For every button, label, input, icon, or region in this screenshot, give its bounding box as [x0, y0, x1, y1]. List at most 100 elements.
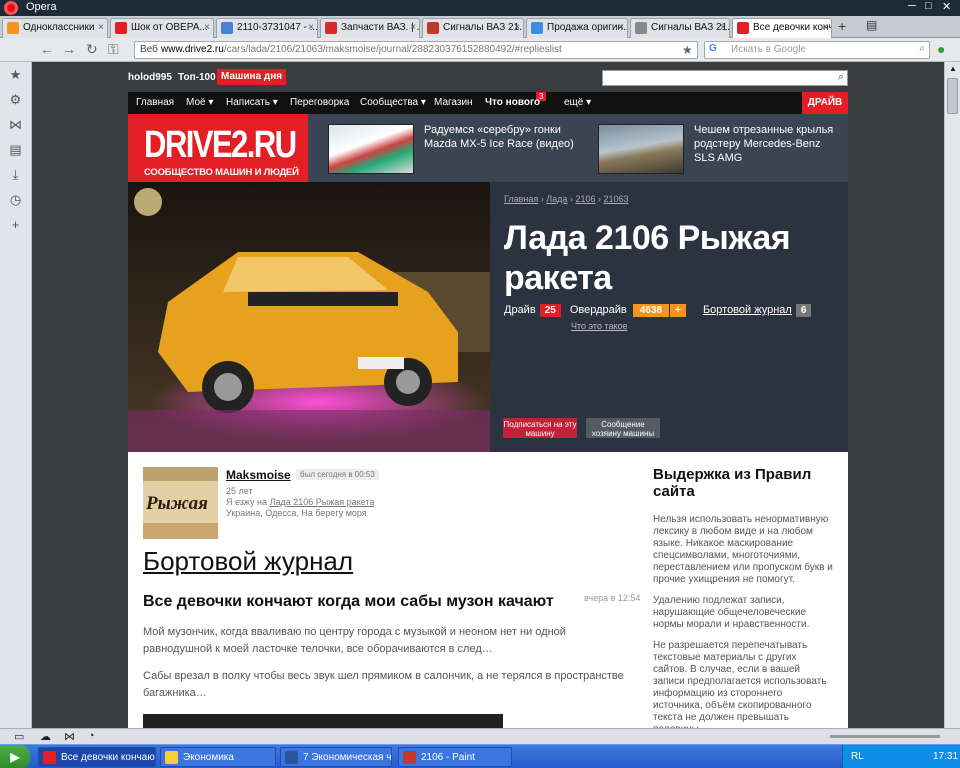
drive2-site: holod995 Топ-100 Машина дня ⌕ 3 ДРАЙВ Гл… — [128, 62, 848, 728]
nav-item[interactable]: Сообщества ▾ — [360, 97, 426, 108]
nav-item[interactable]: Переговорка — [290, 97, 349, 108]
taskbar-item[interactable]: Все девочки кончаю... — [38, 747, 156, 767]
start-button[interactable]: ▶ — [0, 745, 30, 768]
top100-link[interactable]: Топ-100 — [178, 72, 216, 83]
tab-close-icon[interactable]: × — [720, 22, 726, 33]
download-icon[interactable]: ⤓ — [0, 162, 31, 187]
breadcrumb-item[interactable]: Лада — [546, 194, 567, 204]
plus-icon[interactable]: + — [0, 212, 31, 237]
tab-close-icon[interactable]: × — [308, 22, 314, 33]
google-icon: G — [709, 43, 717, 54]
opera-logo-icon — [4, 1, 18, 15]
tab-5[interactable]: Сигналы ВАЗ 21... × — [422, 18, 524, 38]
nav-item[interactable]: Главная — [136, 97, 174, 108]
notes-icon[interactable]: ▤ — [0, 137, 31, 162]
promo-image-2[interactable] — [598, 124, 684, 174]
overdrive-plus-button[interactable]: + — [670, 304, 686, 317]
tab-8[interactable]: Все девочки конч...× — [732, 18, 832, 38]
nav-item[interactable]: ещё ▾ — [564, 97, 591, 108]
car-of-day-link[interactable]: Машина дня — [217, 69, 287, 85]
tab-4[interactable]: Запчасти ВАЗ. | ... × — [320, 18, 420, 38]
whatis-link[interactable]: Что это такое — [571, 321, 628, 331]
tab-2[interactable]: Шок от ОВЕРА... × — [110, 18, 214, 38]
promo-image-1[interactable] — [328, 124, 414, 174]
tab-7[interactable]: Сигналы ВАЗ 21... × — [630, 18, 730, 38]
tab-close-icon[interactable]: × — [204, 22, 210, 33]
bookmark-star-icon[interactable]: ★ — [682, 43, 693, 57]
search-icon[interactable]: ⌕ — [838, 71, 844, 84]
key-icon[interactable]: ⚿ — [108, 41, 119, 58]
forward-icon[interactable]: → — [62, 41, 76, 57]
language-indicator[interactable]: RL — [851, 751, 864, 762]
logo-text: DRIVE2.RU — [144, 124, 297, 166]
drive2-logo[interactable]: DRIVE2.RU СООБЩЕСТВО МАШИН И ЛЮДЕЙ — [128, 114, 308, 190]
tab-6[interactable]: Продажа оригин... × — [526, 18, 628, 38]
page-scrollbar[interactable]: ▲ — [944, 62, 960, 728]
breadcrumb-item[interactable]: 21063 — [603, 194, 628, 204]
site-search-input[interactable]: ⌕ — [602, 70, 848, 86]
tab-1[interactable]: Одноклассники × — [2, 18, 108, 38]
app-icon — [403, 751, 416, 764]
app-icon — [43, 751, 56, 764]
cloud-icon[interactable]: ☁ — [40, 730, 51, 743]
subscribe-button[interactable]: Подписаться на эту машину — [503, 418, 577, 438]
tab-close-icon[interactable]: × — [514, 22, 520, 33]
maximize-icon[interactable]: □ — [925, 0, 932, 12]
avatar[interactable]: Рыжая — [143, 467, 218, 539]
taskbar-item[interactable]: 2106 - Paint — [398, 747, 512, 767]
tab-label: Продажа оригин... — [547, 22, 628, 33]
nav-item[interactable]: Что нового — [485, 97, 540, 108]
message-owner-button[interactable]: Сообщение хозяину машины — [586, 418, 660, 438]
search-input[interactable]: G Искать в Google ⌕ — [704, 41, 930, 59]
drive-button[interactable]: ДРАЙВ — [802, 92, 848, 114]
speed-dial-icon[interactable]: ◔ — [88, 730, 95, 742]
star-icon[interactable]: ★ — [0, 62, 31, 87]
back-icon[interactable]: ← — [40, 41, 54, 57]
promo-link-1[interactable]: Радуемся «серебру» гонки Mazda MX-5 Ice … — [424, 123, 574, 151]
scrollbar-thumb[interactable] — [947, 78, 958, 114]
windows-taskbar: ▶ RL 17:31 Все девочки кончаю... Экономик… — [0, 744, 960, 768]
nav-item[interactable]: Написать ▾ — [226, 97, 278, 108]
promo-link-2[interactable]: Чешем отрезанные крылья родстеру Mercede… — [694, 123, 844, 165]
minimize-icon[interactable]: ─ — [908, 0, 916, 12]
history-icon[interactable]: ◷ — [0, 187, 31, 212]
tab-label: Шок от ОВЕРА... — [131, 22, 208, 33]
journal-heading[interactable]: Бортовой журнал — [143, 546, 353, 577]
search-icon[interactable]: ⌕ — [919, 43, 925, 54]
taskbar-item[interactable]: Экономика — [160, 747, 276, 767]
zoom-slider[interactable] — [830, 735, 940, 738]
app-icon — [285, 751, 298, 764]
author-name[interactable]: Maksmoise — [226, 468, 291, 482]
scroll-up-icon[interactable]: ▲ — [949, 64, 957, 73]
share-icon[interactable]: ⋈ — [0, 112, 31, 137]
clock[interactable]: 17:31 — [933, 751, 958, 762]
panel-toggle-icon[interactable]: ▭ — [14, 730, 24, 743]
drive-count[interactable]: 25 — [539, 304, 561, 317]
username-link[interactable]: holod995 — [128, 72, 172, 83]
drives-car-link[interactable]: Лада 2106 Рыжая ракета — [270, 497, 375, 507]
taskbar-item[interactable]: 7 Экономическая час... — [280, 747, 392, 767]
window-titlebar: Opera ─ □ ✕ — [0, 0, 960, 16]
tab-close-icon[interactable]: × — [410, 22, 416, 33]
reload-icon[interactable]: ↻ — [86, 41, 98, 58]
nav-item[interactable]: Моё ▾ — [186, 97, 213, 108]
new-tab-icon[interactable]: + — [838, 18, 846, 34]
browser-statusbar: ▭ ☁ ⋈ ◔ — [0, 728, 960, 744]
nav-item[interactable]: Магазин — [434, 97, 473, 108]
breadcrumb-item[interactable]: 2106 — [575, 194, 595, 204]
trash-icon[interactable]: ▤ — [866, 18, 877, 32]
tab-label: Сигналы ВАЗ 21... — [651, 22, 730, 33]
window-title: Opera — [26, 1, 57, 13]
logbook-link[interactable]: Бортовой журнал — [703, 304, 792, 316]
extension-icon[interactable]: ● — [937, 41, 945, 57]
close-icon[interactable]: ✕ — [942, 0, 951, 13]
url-input[interactable]: Веб www.drive2.ru/cars/lada/2106/21063/m… — [134, 41, 698, 59]
tab-3[interactable]: 2110-3731047 - ... × — [216, 18, 318, 38]
tab-close-icon[interactable]: × — [618, 22, 624, 33]
tab-close-icon[interactable]: × — [822, 22, 828, 33]
unite-icon[interactable]: ⋈ — [64, 730, 75, 743]
web-label: Веб — [140, 44, 158, 55]
breadcrumb-item[interactable]: Главная — [504, 194, 538, 204]
tab-close-icon[interactable]: × — [98, 22, 104, 33]
gear-icon[interactable]: ⚙ — [0, 87, 31, 112]
